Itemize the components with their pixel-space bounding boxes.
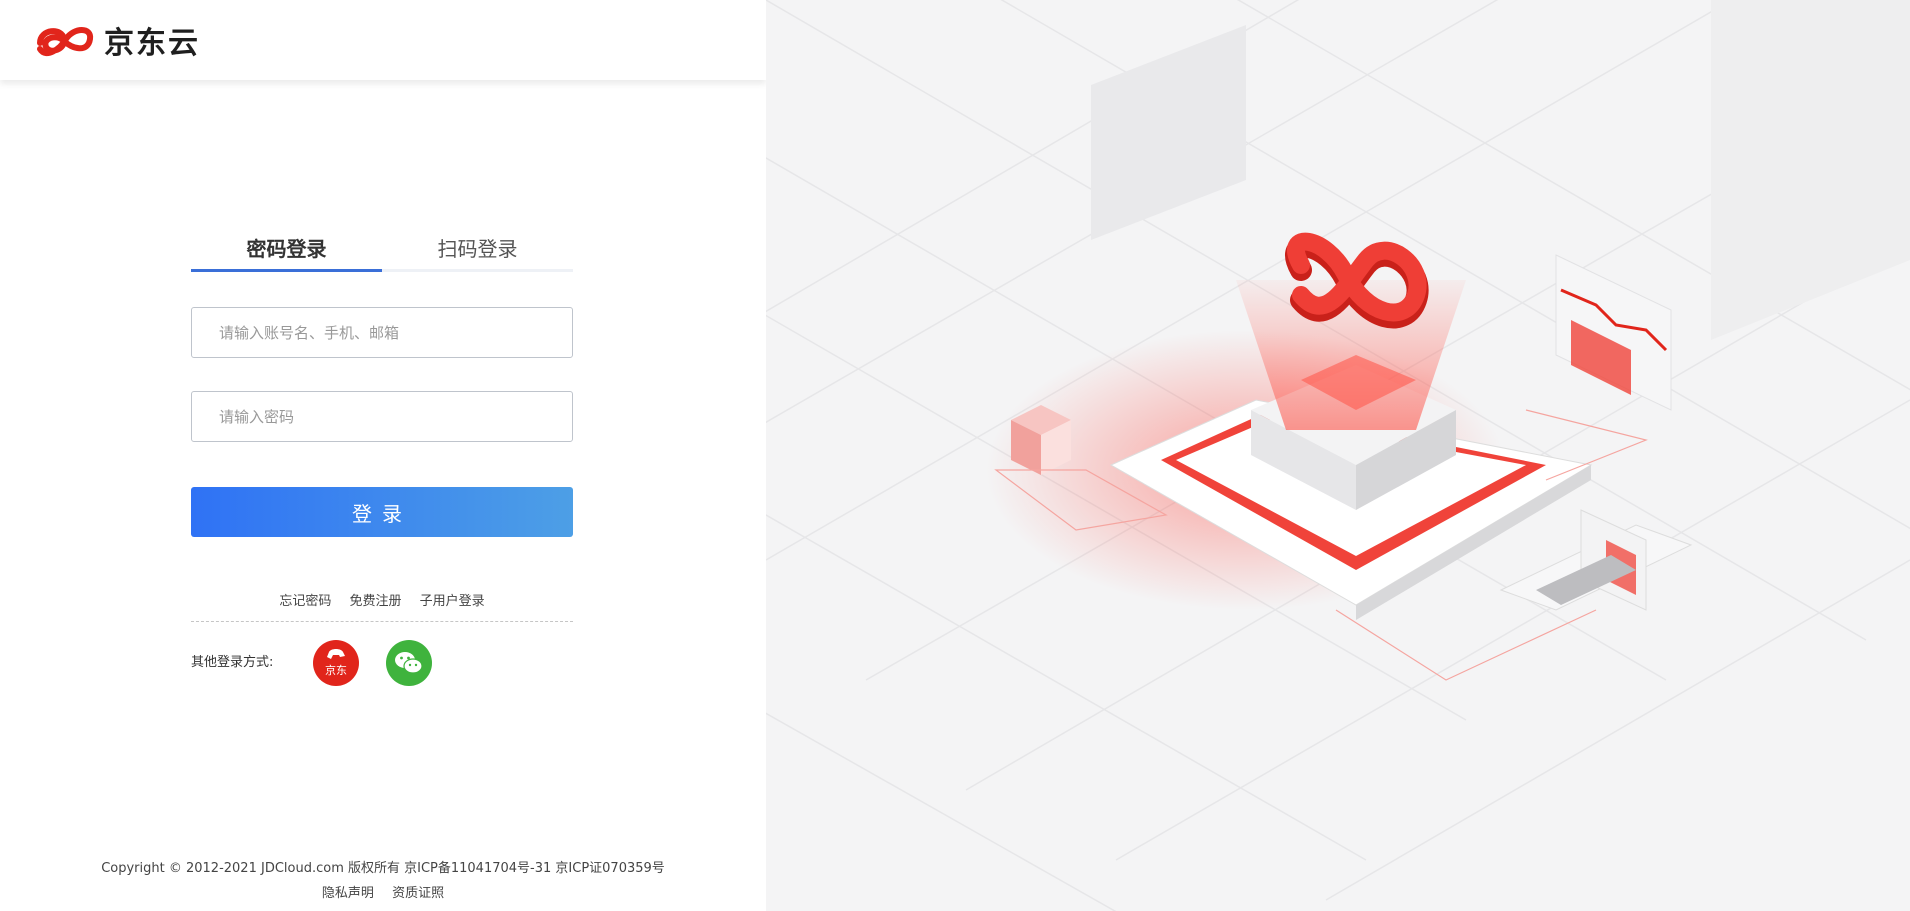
privacy-link[interactable]: 隐私声明: [322, 886, 374, 901]
login-tabs: 密码登录 扫码登录: [191, 232, 573, 272]
bg-block: [1711, 0, 1910, 340]
header: 京东云: [0, 0, 766, 80]
jd-dog-icon: 京东: [325, 649, 347, 677]
license-link[interactable]: 资质证照: [392, 886, 444, 901]
jd-login-button[interactable]: 京东: [313, 640, 359, 686]
isometric-cloud-illustration: [766, 0, 1910, 911]
wechat-login-button[interactable]: [386, 640, 432, 686]
jdcloud-logo-icon: [37, 27, 94, 57]
3d-logo: [1285, 232, 1429, 329]
sub-user-login-link[interactable]: 子用户登录: [420, 594, 485, 609]
auth-links: 忘记密码 免费注册 子用户登录: [191, 590, 573, 609]
login-panel: 京东云 密码登录 扫码登录 登录 忘记密码 免费注册 子用户登录 其他登录方式:…: [0, 0, 766, 911]
wechat-icon: [395, 652, 423, 674]
account-input[interactable]: [191, 307, 573, 358]
register-link[interactable]: 免费注册: [349, 594, 401, 609]
password-input[interactable]: [191, 391, 573, 442]
tab-password-login[interactable]: 密码登录: [191, 232, 382, 272]
other-login-label: 其他登录方式:: [191, 655, 274, 670]
bg-block: [1091, 25, 1246, 240]
forgot-password-link[interactable]: 忘记密码: [279, 594, 331, 609]
login-button[interactable]: 登录: [191, 487, 573, 537]
jd-text: 京东: [325, 663, 347, 677]
connector-line: [1335, 609, 1597, 681]
copyright-text: Copyright © 2012-2021 JDCloud.com 版权所有 京…: [101, 861, 665, 876]
divider: [191, 621, 573, 622]
footer: Copyright © 2012-2021 JDCloud.com 版权所有 京…: [0, 857, 766, 901]
brand-name: 京东云: [104, 26, 200, 61]
tab-qrcode-login[interactable]: 扫码登录: [382, 232, 573, 269]
logo[interactable]: 京东云: [34, 18, 200, 62]
hero-illustration: [766, 0, 1910, 911]
